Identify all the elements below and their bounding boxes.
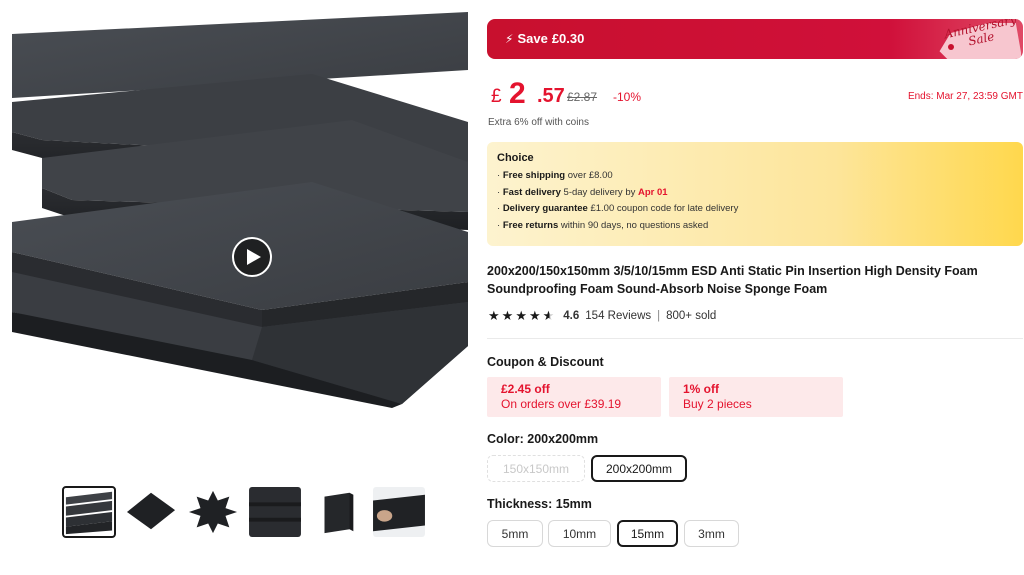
coins-offer: Extra 6% off with coins [488,117,589,128]
benefit-free-returns: · Free returns within 90 days, no questi… [497,219,709,231]
bolt-icon: ⚡ [505,31,514,46]
divider [487,338,1023,339]
save-label: ⚡ Save £0.30 [505,31,585,46]
review-count-link[interactable]: 154 Reviews [585,310,651,322]
price-integer: 2 [509,77,526,110]
thickness-option-3mm[interactable]: 3mm [684,520,739,547]
color-option-200x200[interactable]: 200x200mm [591,455,687,482]
play-video-button[interactable] [232,237,272,277]
thickness-option-10mm[interactable]: 10mm [548,520,611,547]
color-label: Color: 200x200mm [487,432,599,446]
foam-pad-thumb-image [324,492,354,534]
thumbnail-strip [62,486,426,538]
coupon-card-amount[interactable]: £2.45 off On orders over £39.19 [487,377,661,417]
star-icon: ★ [528,308,541,323]
foam-blocks-thumb-image [249,487,301,537]
thickness-option-15mm[interactable]: 15mm [617,520,678,547]
product-main-image[interactable] [12,12,468,468]
color-option-150x150[interactable]: 150x150mm [487,455,585,482]
save-banner: ⚡ Save £0.30 Anniversary Sale [487,19,1023,59]
price-currency: £ [491,86,502,107]
coupon-card-percent[interactable]: 1% off Buy 2 pieces [669,377,843,417]
price-decimal: .57 [537,85,565,107]
thumb-foam-stack[interactable] [62,486,116,538]
foam-star-thumb-image [188,490,238,534]
rating-score: 4.6 [563,309,580,322]
choice-benefits-box[interactable]: Choice · Free shipping over £8.00 · Fast… [487,142,1023,246]
star-icon: ★ [488,308,500,323]
original-price: £2.87 [567,90,598,104]
foam-hand-thumb-image [373,487,425,537]
choice-title: Choice [497,152,534,164]
play-icon [247,249,261,265]
discount-percent: -10% [613,90,642,104]
thickness-option-5mm[interactable]: 5mm [487,520,543,547]
thumb-foam-hand[interactable] [372,486,426,538]
foam-square-thumb-image [126,492,176,530]
star-rating: ★ ★ ★ ★ ★ [488,309,554,322]
rating-separator: | [657,309,661,322]
thumb-foam-square-tilted[interactable] [124,486,178,538]
star-icon: ★ [501,308,514,323]
thumb-foam-pad[interactable] [310,486,364,538]
price-row: £ 2 .57 £2.87 -10% Ends: Mar 27, 23:59 G… [491,77,1023,110]
foam-stack-thumb-image [65,491,113,535]
thickness-label: Thickness: 15mm [487,497,592,511]
star-icon: ★ [515,308,527,323]
product-title: 200x200/150x150mm 3/5/10/15mm ESD Anti S… [487,264,978,296]
benefit-delivery-guarantee: · Delivery guarantee £1.00 coupon code f… [497,203,739,214]
thumb-foam-star[interactable] [186,486,240,538]
benefit-fast-delivery: · Fast delivery 5-day delivery by Apr 01 [497,186,668,198]
star-half-icon: ★ [542,308,555,323]
thumb-foam-blocks[interactable] [248,486,302,538]
sold-count: 800+ sold [666,309,717,322]
benefit-free-shipping: · Free shipping over £8.00 [497,170,613,181]
sale-end-time: Ends: Mar 27, 23:59 GMT [907,91,1023,102]
coupon-section-label: Coupon & Discount [487,355,604,369]
rating-row[interactable]: ★ ★ ★ ★ ★ 4.6 154 Reviews | 800+ sold [488,309,716,322]
